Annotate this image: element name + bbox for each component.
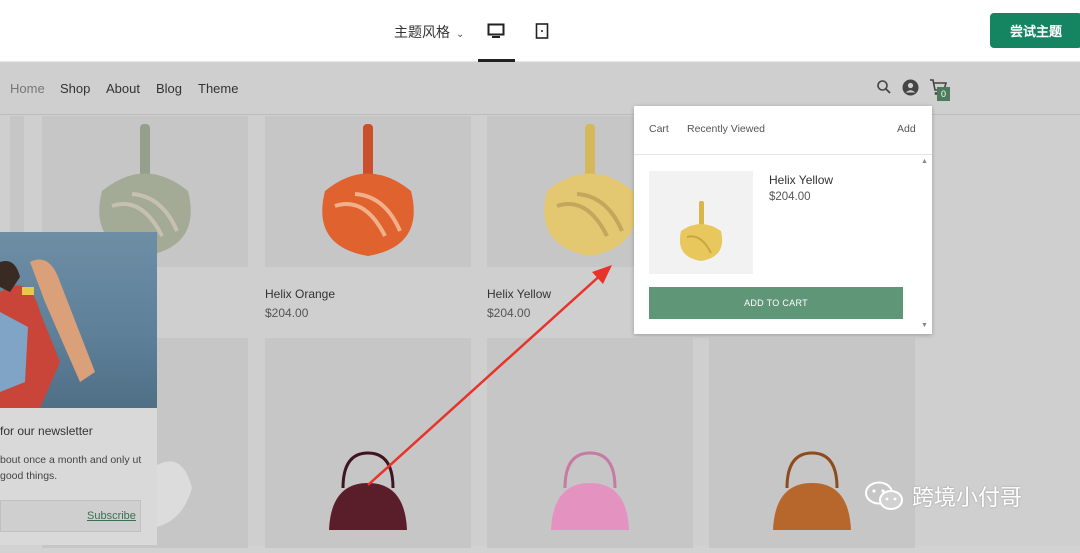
product-card-image[interactable] bbox=[709, 338, 915, 548]
cart-item-price: $204.00 bbox=[769, 191, 811, 203]
cart-popup: Cart Recently Viewed Add Helix Yellow $2… bbox=[634, 106, 932, 334]
nav-shop[interactable]: Shop bbox=[60, 81, 90, 96]
popup-scrollbar[interactable]: ▲ ▼ bbox=[920, 158, 930, 332]
search-icon[interactable] bbox=[876, 79, 892, 95]
product-price: $204.00 bbox=[265, 306, 309, 320]
product-price: $204.00 bbox=[487, 306, 531, 320]
wechat-icon bbox=[865, 481, 903, 510]
newsletter-text: bout once a month and only ut good thing… bbox=[0, 454, 142, 482]
add-tab[interactable]: Add bbox=[897, 123, 916, 135]
editor-topbar: 主题风格 ⌄ 尝试主题 bbox=[0, 0, 1080, 62]
bag-image bbox=[322, 124, 414, 256]
cart-item-name[interactable]: Helix Yellow bbox=[769, 173, 833, 187]
product-card-image[interactable] bbox=[487, 338, 693, 548]
theme-style-dropdown[interactable]: 主题风格 ⌄ bbox=[394, 22, 464, 42]
scroll-up-icon[interactable]: ▲ bbox=[921, 158, 928, 165]
theme-style-label: 主题风格 bbox=[394, 25, 450, 41]
model-photo bbox=[0, 259, 95, 408]
desktop-view-button[interactable] bbox=[478, 18, 514, 44]
try-theme-button[interactable]: 尝试主题 bbox=[990, 13, 1080, 48]
bag-image bbox=[773, 451, 851, 530]
product-card-image[interactable] bbox=[265, 116, 471, 267]
product-name[interactable]: Helix Yellow bbox=[487, 287, 551, 301]
nav-home[interactable]: Home bbox=[10, 81, 45, 96]
chevron-down-icon: ⌄ bbox=[456, 29, 465, 40]
scroll-down-icon[interactable]: ▼ bbox=[921, 322, 928, 329]
cart-count-badge: 0 bbox=[937, 87, 950, 101]
bag-image bbox=[679, 201, 723, 261]
bag-image bbox=[551, 451, 629, 530]
desktop-icon bbox=[487, 23, 505, 38]
account-icon[interactable] bbox=[902, 79, 919, 96]
mobile-icon bbox=[535, 23, 549, 39]
active-device-indicator bbox=[478, 59, 515, 62]
product-name[interactable]: Helix Orange bbox=[265, 287, 335, 301]
wechat-watermark: 跨境小付哥 bbox=[864, 480, 1022, 512]
tab-recently-viewed[interactable]: Recently Viewed bbox=[687, 123, 765, 135]
tab-cart[interactable]: Cart bbox=[649, 123, 669, 135]
nav-blog[interactable]: Blog bbox=[156, 81, 182, 96]
popup-divider bbox=[634, 154, 932, 155]
watermark-text: 跨境小付哥 bbox=[912, 486, 1023, 511]
add-to-cart-button[interactable]: ADD TO CART bbox=[649, 287, 903, 319]
product-card-image[interactable] bbox=[265, 338, 471, 548]
cart-item-image[interactable] bbox=[649, 171, 753, 274]
bag-image bbox=[329, 451, 407, 530]
mobile-view-button[interactable] bbox=[524, 18, 560, 44]
newsletter-popup: for our newsletter bout once a month and… bbox=[0, 232, 157, 545]
nav-theme[interactable]: Theme bbox=[198, 81, 238, 96]
nav-about[interactable]: About bbox=[106, 81, 140, 96]
newsletter-image bbox=[0, 232, 157, 408]
subscribe-link[interactable]: Subscribe bbox=[87, 510, 136, 522]
newsletter-title: for our newsletter bbox=[0, 424, 93, 438]
